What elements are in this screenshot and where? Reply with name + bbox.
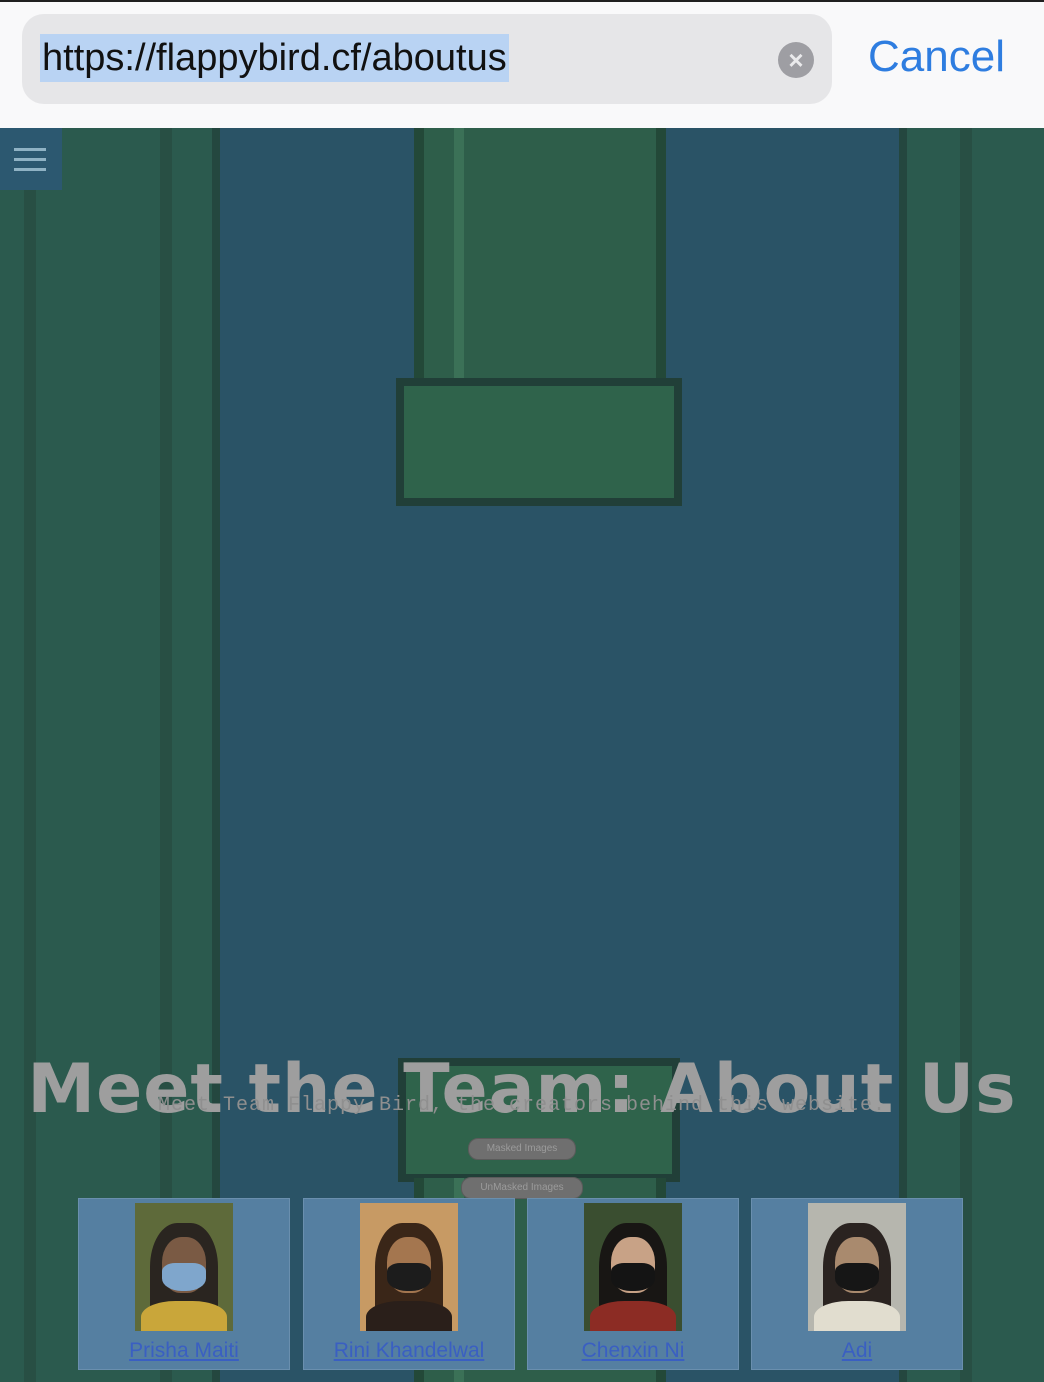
- team-photo: [808, 1203, 906, 1331]
- cancel-button[interactable]: Cancel: [868, 32, 1005, 82]
- team-member-link[interactable]: Prisha Maiti: [79, 1339, 289, 1363]
- background-stripe: [960, 128, 972, 1382]
- browser-address-bar: https://flappybird.cf/aboutus × Cancel: [0, 0, 1044, 128]
- team-photo: [360, 1203, 458, 1331]
- team-member-link[interactable]: Chenxin Ni: [528, 1339, 738, 1363]
- top-pipe: [414, 128, 666, 384]
- background-stripe: [24, 128, 36, 1382]
- page-subtitle: Meet Team Flappy Bird, the creators behi…: [157, 1094, 887, 1117]
- team-card: Rini Khandelwal: [303, 1198, 515, 1370]
- hamburger-icon[interactable]: [0, 128, 62, 190]
- team-card: Prisha Maiti: [78, 1198, 290, 1370]
- unmasked-images-button[interactable]: UnMasked Images: [461, 1177, 583, 1199]
- url-text[interactable]: https://flappybird.cf/aboutus: [40, 34, 509, 82]
- url-field[interactable]: https://flappybird.cf/aboutus ×: [22, 14, 832, 104]
- team-card: Chenxin Ni: [527, 1198, 739, 1370]
- masked-images-button[interactable]: Masked Images: [468, 1138, 576, 1160]
- team-member-link[interactable]: Rini Khandelwal: [304, 1339, 514, 1363]
- team-photo: [584, 1203, 682, 1331]
- top-pipe-cap: [396, 378, 682, 506]
- page-content: Meet the Team: About Us Meet Team Flappy…: [0, 128, 1044, 1382]
- team-photo: [135, 1203, 233, 1331]
- background-stripe: [160, 128, 172, 1382]
- team-card: Adi: [751, 1198, 963, 1370]
- clear-x-icon[interactable]: ×: [778, 42, 814, 78]
- team-member-link[interactable]: Adi: [752, 1339, 962, 1363]
